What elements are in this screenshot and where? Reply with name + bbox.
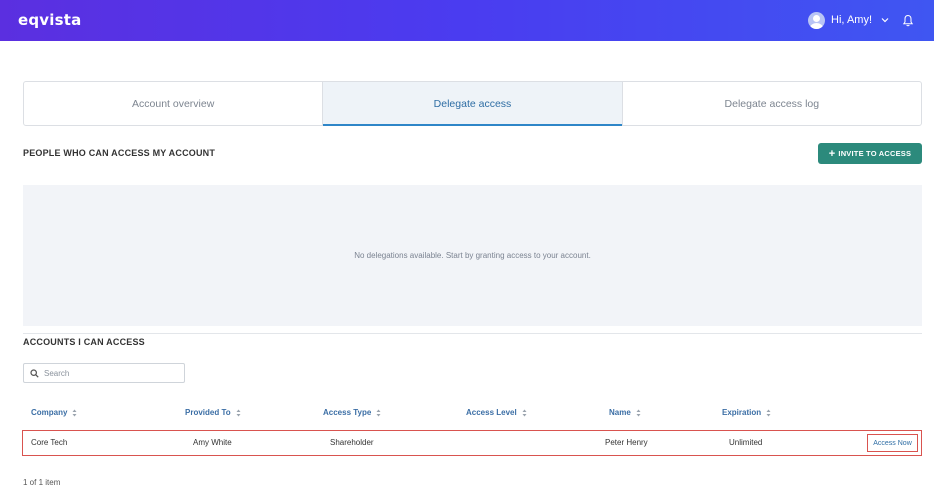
column-header-label: Name [609,408,631,417]
search-box[interactable] [23,363,185,383]
chevron-down-icon[interactable] [880,15,890,25]
sort-icon [636,409,641,416]
sort-icon [236,409,241,416]
bell-icon[interactable] [902,14,914,27]
column-header-label: Company [31,408,68,417]
sort-icon [522,409,527,416]
top-navigation-bar: eqvista Hi, Amy! [0,0,934,41]
delegations-section-title: PEOPLE WHO CAN ACCESS MY ACCOUNT [23,148,216,158]
column-header-access-level[interactable]: Access Level [466,408,527,417]
column-header-name[interactable]: Name [609,408,641,417]
avatar[interactable] [808,11,826,29]
invite-button-label: INVITE TO ACCESS [838,149,912,158]
user-greeting[interactable]: Hi, Amy! [831,14,872,26]
delegations-empty-state: No delegations available. Start by grant… [23,185,922,326]
search-input[interactable] [44,368,164,378]
column-header-label: Provided To [185,408,231,417]
cell-company: Core Tech [31,438,68,447]
invite-to-access-button[interactable]: + INVITE TO ACCESS [818,143,922,164]
access-now-button[interactable]: Access Now [867,434,918,452]
table-row [22,430,922,456]
column-header-label: Access Type [323,408,372,417]
eqvista-logo[interactable]: eqvista [18,11,81,29]
user-menu[interactable]: Hi, Amy! [808,10,914,30]
column-header-label: Access Level [466,408,517,417]
accounts-section-title: ACCOUNTS I CAN ACCESS [23,337,145,347]
sort-icon [72,409,77,416]
column-header-label: Expiration [722,408,762,417]
tab-delegate-access[interactable]: Delegate access [323,82,623,126]
section-divider [23,333,922,334]
plus-icon: + [828,147,836,160]
column-header-provided-to[interactable]: Provided To [185,408,241,417]
cell-access-type: Shareholder [330,438,374,447]
column-header-expiration[interactable]: Expiration [722,408,771,417]
column-header-access-type[interactable]: Access Type [323,408,381,417]
tab-delegate-access-log[interactable]: Delegate access log [623,82,921,125]
pagination-info: 1 of 1 item [23,478,61,487]
sort-icon [376,409,381,416]
tab-account-overview[interactable]: Account overview [24,82,324,125]
column-header-company[interactable]: Company [31,408,77,417]
cell-expiration: Unlimited [729,438,763,447]
sort-icon [766,409,771,416]
cell-provided-to: Amy White [193,438,232,447]
cell-name: Peter Henry [605,438,648,447]
empty-state-message: No delegations available. Start by grant… [354,251,591,260]
search-icon [30,368,39,378]
tab-bar: Account overview Delegate access Delegat… [23,81,922,126]
